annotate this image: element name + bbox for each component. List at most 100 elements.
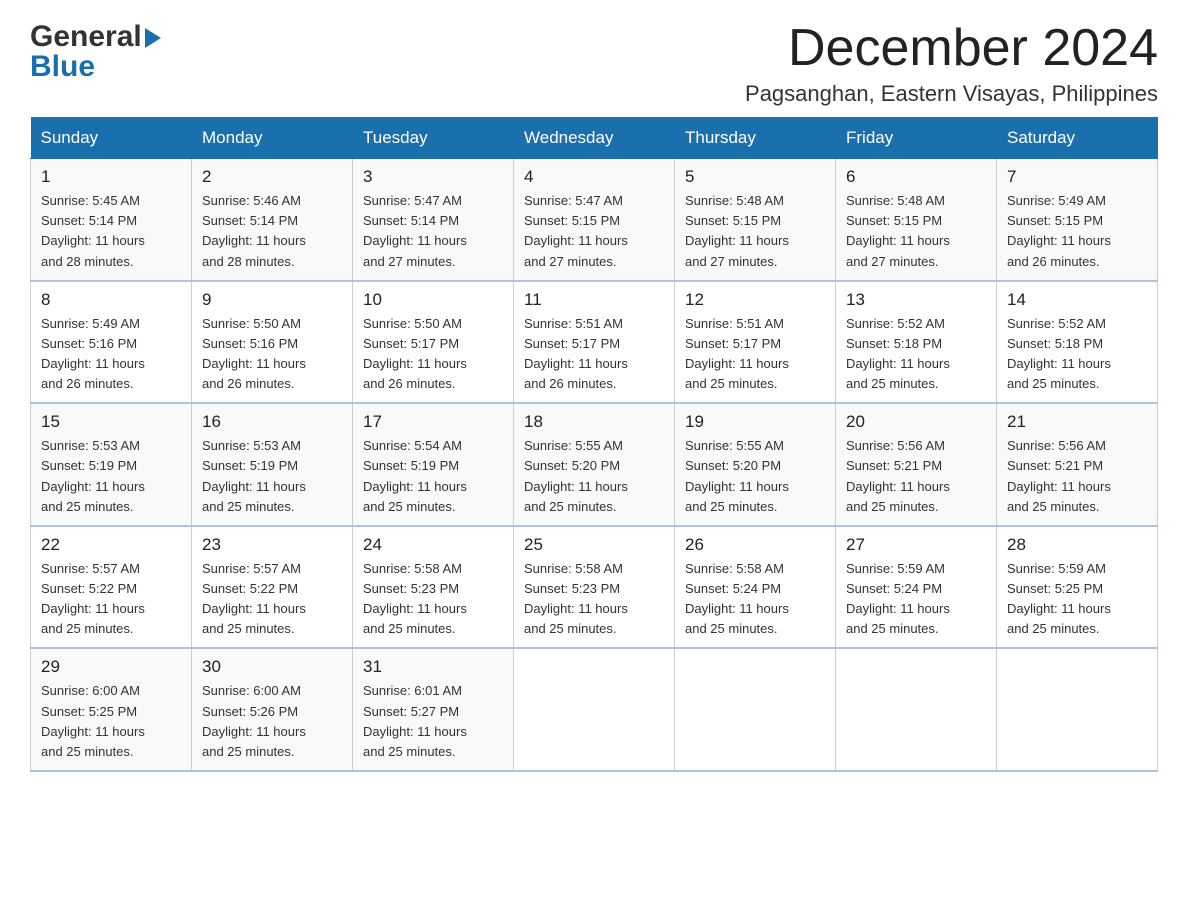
table-row: 15 Sunrise: 5:53 AMSunset: 5:19 PMDaylig… (31, 403, 192, 526)
table-row: 23 Sunrise: 5:57 AMSunset: 5:22 PMDaylig… (192, 526, 353, 649)
day-info: Sunrise: 5:49 AMSunset: 5:15 PMDaylight:… (1007, 191, 1147, 272)
table-row: 31 Sunrise: 6:01 AMSunset: 5:27 PMDaylig… (353, 648, 514, 771)
calendar-title: December 2024 (745, 20, 1158, 77)
day-info: Sunrise: 5:52 AMSunset: 5:18 PMDaylight:… (846, 314, 986, 395)
table-row: 7 Sunrise: 5:49 AMSunset: 5:15 PMDayligh… (997, 159, 1158, 281)
day-number: 16 (202, 412, 342, 432)
day-info: Sunrise: 6:01 AMSunset: 5:27 PMDaylight:… (363, 681, 503, 762)
day-info: Sunrise: 5:48 AMSunset: 5:15 PMDaylight:… (846, 191, 986, 272)
day-number: 4 (524, 167, 664, 187)
table-row (675, 648, 836, 771)
day-info: Sunrise: 5:56 AMSunset: 5:21 PMDaylight:… (1007, 436, 1147, 517)
table-row (514, 648, 675, 771)
day-info: Sunrise: 5:51 AMSunset: 5:17 PMDaylight:… (524, 314, 664, 395)
day-number: 15 (41, 412, 181, 432)
table-row: 4 Sunrise: 5:47 AMSunset: 5:15 PMDayligh… (514, 159, 675, 281)
calendar-week-row: 22 Sunrise: 5:57 AMSunset: 5:22 PMDaylig… (31, 526, 1158, 649)
day-info: Sunrise: 5:58 AMSunset: 5:24 PMDaylight:… (685, 559, 825, 640)
day-info: Sunrise: 5:59 AMSunset: 5:25 PMDaylight:… (1007, 559, 1147, 640)
day-number: 27 (846, 535, 986, 555)
table-row: 18 Sunrise: 5:55 AMSunset: 5:20 PMDaylig… (514, 403, 675, 526)
day-number: 24 (363, 535, 503, 555)
day-number: 3 (363, 167, 503, 187)
page-header: General Blue December 2024 Pagsanghan, E… (30, 20, 1158, 107)
col-monday: Monday (192, 118, 353, 159)
day-number: 22 (41, 535, 181, 555)
day-number: 14 (1007, 290, 1147, 310)
table-row: 25 Sunrise: 5:58 AMSunset: 5:23 PMDaylig… (514, 526, 675, 649)
table-row (836, 648, 997, 771)
table-row: 6 Sunrise: 5:48 AMSunset: 5:15 PMDayligh… (836, 159, 997, 281)
day-number: 19 (685, 412, 825, 432)
day-number: 20 (846, 412, 986, 432)
day-number: 1 (41, 167, 181, 187)
table-row: 11 Sunrise: 5:51 AMSunset: 5:17 PMDaylig… (514, 281, 675, 404)
table-row: 8 Sunrise: 5:49 AMSunset: 5:16 PMDayligh… (31, 281, 192, 404)
table-row: 22 Sunrise: 5:57 AMSunset: 5:22 PMDaylig… (31, 526, 192, 649)
day-number: 9 (202, 290, 342, 310)
col-wednesday: Wednesday (514, 118, 675, 159)
day-info: Sunrise: 5:55 AMSunset: 5:20 PMDaylight:… (685, 436, 825, 517)
table-row: 27 Sunrise: 5:59 AMSunset: 5:24 PMDaylig… (836, 526, 997, 649)
day-info: Sunrise: 5:47 AMSunset: 5:14 PMDaylight:… (363, 191, 503, 272)
day-info: Sunrise: 5:55 AMSunset: 5:20 PMDaylight:… (524, 436, 664, 517)
table-row: 17 Sunrise: 5:54 AMSunset: 5:19 PMDaylig… (353, 403, 514, 526)
day-info: Sunrise: 5:48 AMSunset: 5:15 PMDaylight:… (685, 191, 825, 272)
table-row: 29 Sunrise: 6:00 AMSunset: 5:25 PMDaylig… (31, 648, 192, 771)
logo-triangle-icon (145, 28, 161, 48)
day-number: 17 (363, 412, 503, 432)
table-row: 24 Sunrise: 5:58 AMSunset: 5:23 PMDaylig… (353, 526, 514, 649)
table-row: 20 Sunrise: 5:56 AMSunset: 5:21 PMDaylig… (836, 403, 997, 526)
table-row: 30 Sunrise: 6:00 AMSunset: 5:26 PMDaylig… (192, 648, 353, 771)
table-row: 1 Sunrise: 5:45 AMSunset: 5:14 PMDayligh… (31, 159, 192, 281)
day-number: 5 (685, 167, 825, 187)
day-number: 18 (524, 412, 664, 432)
logo-text-blue: Blue (30, 50, 95, 84)
table-row: 12 Sunrise: 5:51 AMSunset: 5:17 PMDaylig… (675, 281, 836, 404)
day-info: Sunrise: 5:56 AMSunset: 5:21 PMDaylight:… (846, 436, 986, 517)
calendar-subtitle: Pagsanghan, Eastern Visayas, Philippines (745, 81, 1158, 107)
day-number: 25 (524, 535, 664, 555)
day-number: 2 (202, 167, 342, 187)
day-info: Sunrise: 5:57 AMSunset: 5:22 PMDaylight:… (202, 559, 342, 640)
day-number: 13 (846, 290, 986, 310)
col-sunday: Sunday (31, 118, 192, 159)
table-row: 10 Sunrise: 5:50 AMSunset: 5:17 PMDaylig… (353, 281, 514, 404)
logo-text-general: General (30, 20, 142, 54)
day-number: 21 (1007, 412, 1147, 432)
table-row: 2 Sunrise: 5:46 AMSunset: 5:14 PMDayligh… (192, 159, 353, 281)
table-row: 9 Sunrise: 5:50 AMSunset: 5:16 PMDayligh… (192, 281, 353, 404)
calendar-header-row: Sunday Monday Tuesday Wednesday Thursday… (31, 118, 1158, 159)
day-number: 23 (202, 535, 342, 555)
day-info: Sunrise: 5:46 AMSunset: 5:14 PMDaylight:… (202, 191, 342, 272)
day-info: Sunrise: 5:47 AMSunset: 5:15 PMDaylight:… (524, 191, 664, 272)
table-row: 3 Sunrise: 5:47 AMSunset: 5:14 PMDayligh… (353, 159, 514, 281)
day-number: 30 (202, 657, 342, 677)
title-block: December 2024 Pagsanghan, Eastern Visaya… (745, 20, 1158, 107)
day-info: Sunrise: 5:59 AMSunset: 5:24 PMDaylight:… (846, 559, 986, 640)
calendar-week-row: 1 Sunrise: 5:45 AMSunset: 5:14 PMDayligh… (31, 159, 1158, 281)
day-number: 29 (41, 657, 181, 677)
day-info: Sunrise: 5:53 AMSunset: 5:19 PMDaylight:… (41, 436, 181, 517)
day-number: 26 (685, 535, 825, 555)
day-info: Sunrise: 5:58 AMSunset: 5:23 PMDaylight:… (363, 559, 503, 640)
day-info: Sunrise: 5:52 AMSunset: 5:18 PMDaylight:… (1007, 314, 1147, 395)
table-row (997, 648, 1158, 771)
table-row: 13 Sunrise: 5:52 AMSunset: 5:18 PMDaylig… (836, 281, 997, 404)
day-info: Sunrise: 5:50 AMSunset: 5:17 PMDaylight:… (363, 314, 503, 395)
col-friday: Friday (836, 118, 997, 159)
calendar-table: Sunday Monday Tuesday Wednesday Thursday… (30, 117, 1158, 772)
day-info: Sunrise: 5:45 AMSunset: 5:14 PMDaylight:… (41, 191, 181, 272)
calendar-week-row: 8 Sunrise: 5:49 AMSunset: 5:16 PMDayligh… (31, 281, 1158, 404)
day-info: Sunrise: 5:54 AMSunset: 5:19 PMDaylight:… (363, 436, 503, 517)
day-info: Sunrise: 5:53 AMSunset: 5:19 PMDaylight:… (202, 436, 342, 517)
day-info: Sunrise: 5:57 AMSunset: 5:22 PMDaylight:… (41, 559, 181, 640)
table-row: 16 Sunrise: 5:53 AMSunset: 5:19 PMDaylig… (192, 403, 353, 526)
day-number: 31 (363, 657, 503, 677)
day-info: Sunrise: 6:00 AMSunset: 5:26 PMDaylight:… (202, 681, 342, 762)
day-number: 7 (1007, 167, 1147, 187)
day-number: 11 (524, 290, 664, 310)
day-number: 6 (846, 167, 986, 187)
day-info: Sunrise: 5:49 AMSunset: 5:16 PMDaylight:… (41, 314, 181, 395)
day-number: 10 (363, 290, 503, 310)
